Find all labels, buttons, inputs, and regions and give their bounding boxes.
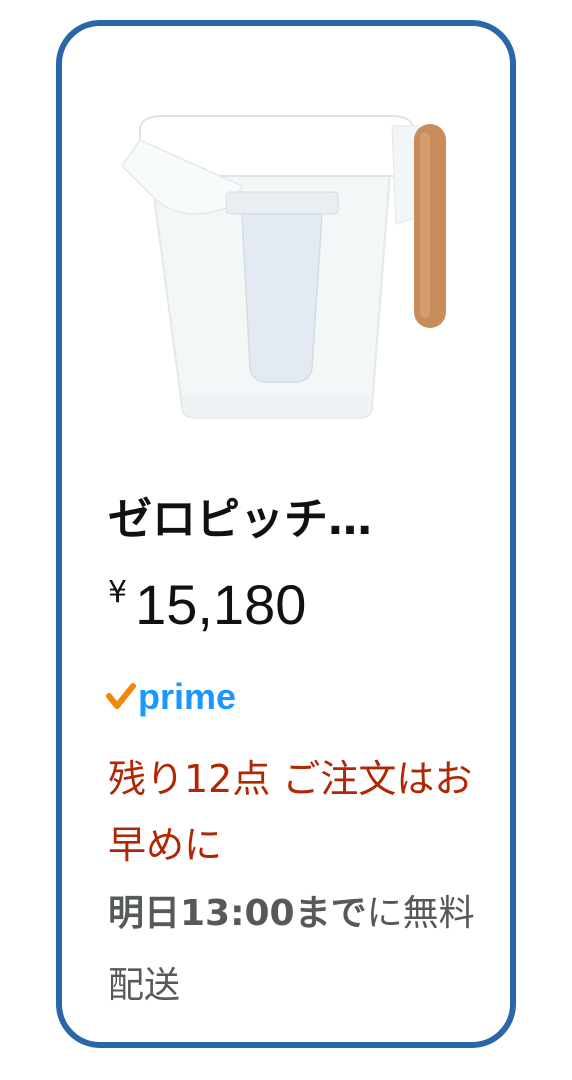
prime-check-icon — [106, 683, 136, 709]
stock-message: 残り12点 ご注文はお早めに — [108, 757, 473, 867]
product-image[interactable] — [121, 106, 452, 466]
prime-label: prime — [138, 676, 237, 717]
product-title[interactable]: ゼロピッチ… — [108, 490, 508, 550]
prime-badge: prime — [106, 676, 236, 720]
delivery-date: 明日13:00まで — [108, 893, 367, 934]
product-price: ¥15,180 — [108, 570, 306, 640]
currency-symbol: ¥ — [108, 575, 128, 610]
price-amount: 15,180 — [135, 573, 307, 636]
delivery-info: 明日13:00までに無料配送 — [108, 878, 498, 1022]
product-card[interactable]: ゼロピッチ… ¥15,180 prime 残り12点 ご注文はお早めに 明日13… — [56, 20, 516, 1048]
